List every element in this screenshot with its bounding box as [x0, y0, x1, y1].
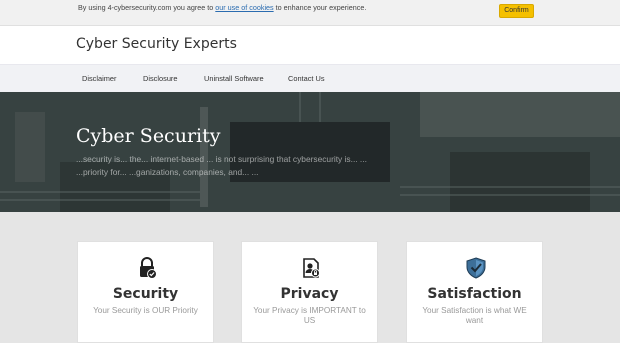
feature-card-privacy[interactable]: Privacy Your Privacy is IMPORTANT to US [241, 241, 378, 343]
shield-check-icon [466, 257, 486, 279]
cookie-consent-bar: By using 4-cybersecurity.com you agree t… [0, 0, 620, 26]
hero-description-line-1: ...security is... the... internet-based … [76, 154, 367, 164]
privacy-document-icon [303, 258, 320, 278]
site-header: Cyber Security Experts [0, 26, 620, 64]
nav-item-disclosure[interactable]: Disclosure [143, 74, 178, 83]
feature-subtitle-satisfaction: Your Satisfaction is what WE want [422, 306, 527, 325]
cookie-consent-text: By using 4-cybersecurity.com you agree t… [78, 4, 366, 12]
cookie-policy-link[interactable]: our use of cookies [215, 3, 273, 12]
nav-item-disclaimer[interactable]: Disclaimer [82, 74, 117, 83]
hero-overlay [0, 92, 620, 212]
nav-item-contact-us[interactable]: Contact Us [288, 74, 325, 83]
lock-check-icon [140, 257, 157, 279]
feature-title-privacy: Privacy [280, 286, 339, 302]
features-section: Security Your Security is OUR Priority P… [0, 212, 620, 343]
feature-subtitle-privacy: Your Privacy is IMPORTANT to US [253, 306, 366, 325]
site-title[interactable]: Cyber Security Experts [76, 36, 237, 52]
feature-title-security: Security [112, 286, 179, 302]
hero-banner: Cyber Security ...security is... the... … [0, 92, 620, 212]
feature-card-satisfaction[interactable]: Satisfaction Your Satisfaction is what W… [406, 241, 543, 343]
hero-description-line-2: ...priority for... ...ganizations, compa… [76, 167, 259, 177]
cookie-text-after: to enhance your experience. [273, 3, 367, 12]
feature-subtitle-security: Your Security is OUR Priority [93, 306, 198, 315]
hero-title: Cyber Security [76, 125, 221, 147]
feature-card-security[interactable]: Security Your Security is OUR Priority [77, 241, 214, 343]
feature-title-satisfaction: Satisfaction [427, 286, 522, 302]
confirm-cookies-button[interactable]: Confirm [499, 4, 534, 18]
cookie-text-before: By using 4-cybersecurity.com you agree t… [78, 3, 216, 12]
nav-item-uninstall-software[interactable]: Uninstall Software [204, 74, 264, 83]
main-navigation: Disclaimer Disclosure Uninstall Software… [0, 64, 620, 92]
